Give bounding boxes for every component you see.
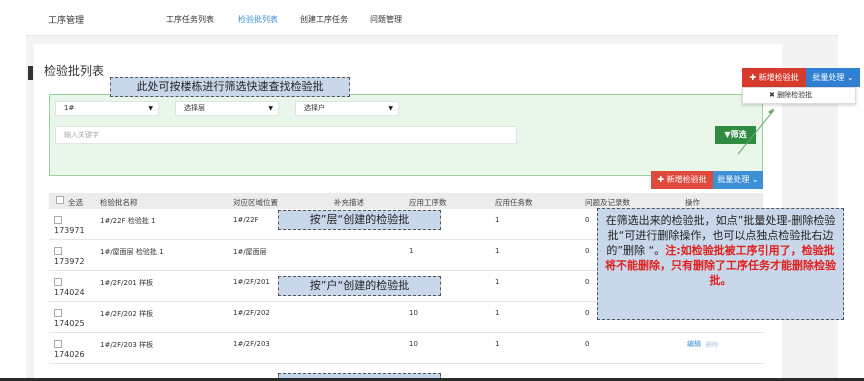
row-tasks: 1 [495, 278, 500, 286]
chevron-down-icon: ▼ [388, 105, 393, 112]
row-name: 1#/2F/202 样板 [100, 310, 154, 318]
row-id: 174025 [54, 319, 85, 328]
top-navbar: 工序管理 工序任务列表 检验批列表 创建工序任务 问题管理 [26, 0, 838, 36]
row-tasks: 1 [495, 340, 500, 348]
header-select-all: 全选 [68, 198, 83, 207]
row-issues: 0 [585, 278, 590, 286]
row-issues: 0 [585, 340, 590, 348]
chevron-down-icon: ▼ [148, 105, 153, 112]
row-name: 1#/22F 检验批 1 [100, 217, 156, 225]
select-all-checkbox[interactable] [56, 196, 64, 204]
callout-filter-tip: 此处可按楼栋进行筛选快速查找检验批 [110, 77, 350, 97]
building-select[interactable]: 1# ▼ [55, 101, 159, 116]
page-title: 检验批列表 [44, 64, 105, 78]
keyword-search-input[interactable]: 输入关键字 [55, 126, 517, 144]
table-header-row [49, 193, 763, 209]
row-checkbox[interactable] [54, 340, 62, 348]
row-procs: 10 [409, 340, 418, 348]
chevron-down-icon: ▼ [268, 105, 273, 112]
building-select-value: 1# [64, 104, 75, 112]
add-batch-button[interactable]: ✚ 新增检验批 [651, 171, 713, 189]
callout-by-floor: 按”层“创建的检验批 [278, 210, 441, 230]
header-area: 对应区域位置 [233, 198, 278, 207]
row-checkbox[interactable] [54, 247, 62, 255]
batch-process-label: 批量处理 [717, 175, 750, 184]
callout-delete-instructions: 在筛选出来的检验批，如点”批量处理-删除检验批“可进行删除操作，也可以点独点检验… [597, 208, 844, 320]
batch-dropdown-menu: ✖ 删除检验批 [742, 87, 856, 104]
row-tasks: 1 [495, 309, 500, 317]
add-batch-label: 新增检验批 [666, 175, 707, 184]
nav-item-issues[interactable]: 问题管理 [370, 14, 402, 25]
row-id: 173972 [54, 257, 85, 266]
close-icon: ✖ [769, 91, 778, 99]
row-tasks: 1 [495, 247, 500, 255]
plus-icon: ✚ [749, 73, 759, 82]
row-issues: 0 [585, 309, 590, 317]
header-desc: 补充描述 [334, 198, 364, 207]
row-checkbox[interactable] [54, 278, 62, 286]
row-name: 1#/2F/203 样板 [100, 341, 154, 349]
unit-select-value: 选择户 [304, 104, 325, 112]
nav-item-inspection-batches[interactable]: 检验批列表 [238, 14, 278, 25]
row-tasks: 1 [495, 216, 500, 224]
row-id: 174024 [54, 288, 85, 297]
row-area: 1#/22F [233, 216, 259, 224]
row-issues: 0 [585, 247, 590, 255]
batch-process-button-zoom[interactable]: 批量处理 ⌄ [806, 68, 860, 87]
row-checkbox[interactable] [54, 216, 62, 224]
nav-item-create-task[interactable]: 创建工序任务 [300, 14, 348, 25]
row-checkbox[interactable] [54, 309, 62, 317]
filter-button[interactable]: ▼筛选 [715, 126, 756, 144]
callout-by-unit: 按”户“创建的检验批 [278, 276, 441, 296]
header-issues: 问题及记录数 [585, 198, 630, 207]
chevron-down-icon: ⌄ [844, 73, 854, 82]
dropdown-delete-item[interactable]: 删除检验批 [777, 91, 812, 99]
chevron-down-icon: ⌄ [749, 175, 759, 184]
row-id: 173971 [54, 226, 85, 235]
floor-select[interactable]: 选择层 ▼ [175, 101, 279, 116]
delete-link[interactable]: 删除 [706, 340, 718, 349]
row-area: 1#/屋面层 [233, 248, 267, 256]
header-ops: 操作 [685, 198, 700, 207]
header-tasks: 应用任务数 [495, 198, 533, 207]
add-batch-label-zoom: 新增检验批 [758, 73, 799, 82]
row-area: 1#/2F/203 [233, 340, 270, 348]
row-id: 174026 [54, 350, 85, 359]
app-title: 工序管理 [48, 16, 85, 26]
nav-item-process-tasks[interactable]: 工序任务列表 [166, 14, 214, 25]
edit-link[interactable]: 编辑 [687, 339, 701, 349]
row-issues: 0 [585, 216, 590, 224]
batch-process-label-zoom: 批量处理 [812, 73, 845, 82]
header-procs: 应用工序数 [409, 198, 447, 207]
row-area: 1#/2F/201 [233, 278, 270, 286]
batch-process-button[interactable]: 批量处理 ⌄ [713, 171, 763, 189]
floor-select-value: 选择层 [184, 104, 205, 112]
row-area: 1#/2F/202 [233, 309, 270, 317]
row-name: 1#/2F/201 样板 [100, 279, 154, 287]
row-procs: 1 [409, 247, 414, 255]
section-title-marker [28, 66, 33, 80]
filter-button-label: 筛选 [730, 130, 747, 139]
unit-select[interactable]: 选择户 ▼ [295, 101, 399, 116]
table-row [49, 333, 763, 364]
header-name: 检验批名称 [100, 198, 138, 207]
row-procs: 10 [409, 309, 418, 317]
add-batch-button-zoom[interactable]: ✚ 新增检验批 [742, 68, 806, 87]
plus-icon: ✚ [657, 175, 667, 184]
row-name: 1#/屋面层 检验批 1 [100, 248, 164, 256]
